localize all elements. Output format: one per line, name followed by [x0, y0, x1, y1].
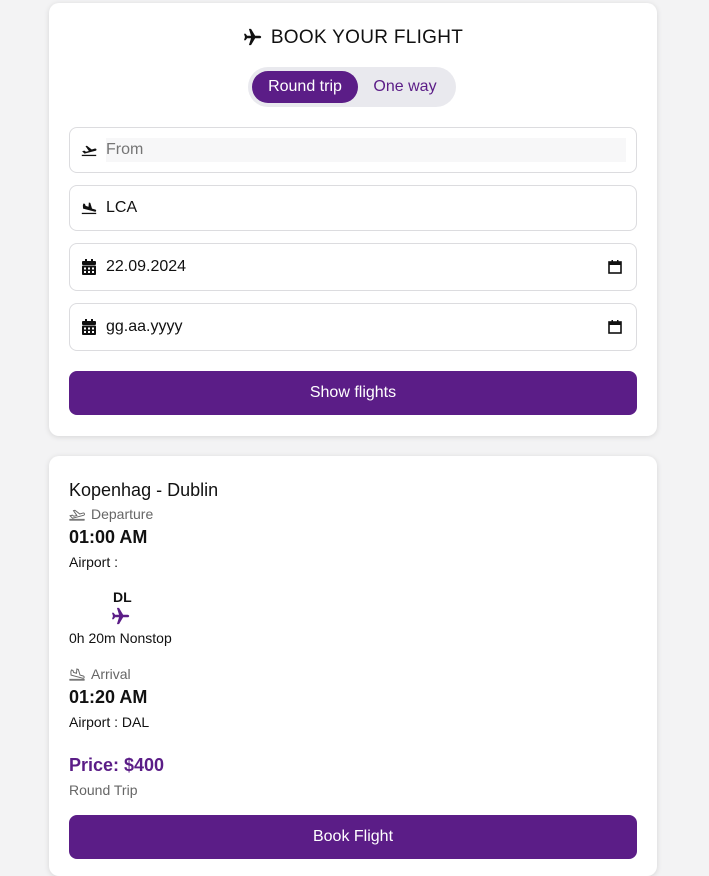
plane-departure-icon: [81, 145, 97, 157]
return-date-field[interactable]: gg.aa.yyyy: [69, 303, 637, 351]
round-trip-option[interactable]: Round trip: [252, 71, 358, 103]
book-flight-button[interactable]: Book Flight: [69, 815, 637, 859]
arrival-label: Arrival: [91, 666, 131, 682]
show-flights-button[interactable]: Show flights: [69, 371, 637, 415]
return-date-input[interactable]: gg.aa.yyyy: [106, 315, 626, 339]
flight-search-card: BOOK YOUR FLIGHT Round trip One way LCA …: [49, 3, 657, 436]
plane-arrival-icon: [81, 202, 97, 215]
plane-icon: [243, 28, 261, 46]
departure-date-input[interactable]: 22.09.2024: [106, 255, 626, 279]
plane-departure-icon: [69, 509, 85, 521]
calendar-icon: [82, 319, 96, 335]
one-way-option[interactable]: One way: [362, 71, 448, 103]
carrier-code: DL: [113, 589, 132, 605]
page-title: BOOK YOUR FLIGHT: [270, 27, 464, 48]
calendar-icon: [82, 259, 96, 275]
arrival-time: 01:20 AM: [69, 687, 148, 707]
price: Price: $400: [69, 755, 165, 775]
departure-label: Departure: [91, 506, 154, 522]
search-title-row: BOOK YOUR FLIGHT: [49, 27, 657, 49]
plane-icon: [112, 607, 130, 625]
departure-label-row: Departure: [69, 506, 153, 522]
flight-duration: 0h 20m Nonstop: [69, 630, 172, 646]
plane-arrival-icon: [69, 668, 85, 681]
from-field[interactable]: [69, 127, 637, 173]
departure-time: 01:00 AM: [69, 527, 148, 547]
arrival-label-row: Arrival: [69, 666, 131, 682]
trip-type-label: Round Trip: [69, 782, 138, 798]
from-input[interactable]: [106, 138, 626, 162]
arrival-airport: Airport : DAL: [69, 714, 150, 730]
departure-airport: Airport :: [69, 554, 119, 570]
flight-result-card: Kopenhag - Dublin Departure 01:00 AM Air…: [49, 456, 657, 876]
to-input[interactable]: LCA: [106, 196, 626, 220]
route-title: Kopenhag - Dublin: [69, 480, 219, 500]
calendar-picker-icon[interactable]: [608, 260, 622, 274]
departure-date-field[interactable]: 22.09.2024: [69, 243, 637, 291]
trip-type-toggle: Round trip One way: [248, 67, 456, 107]
calendar-picker-icon[interactable]: [608, 320, 622, 334]
to-field[interactable]: LCA: [69, 185, 637, 231]
